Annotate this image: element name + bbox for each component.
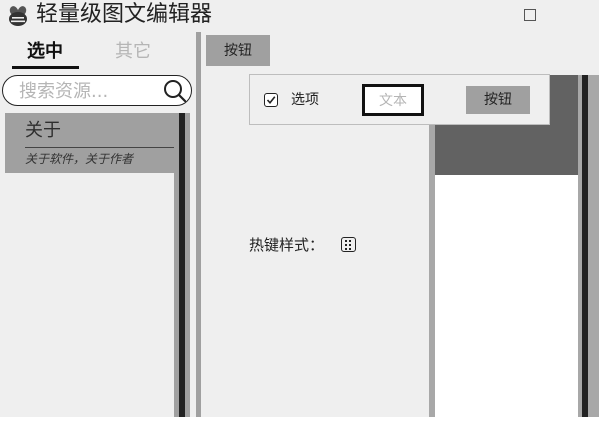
list-item-subtitle: 关于软件，关于作者 [25,152,134,166]
left-scrollbar-thumb[interactable] [179,113,185,417]
resource-panel: 选中 其它 关于 关于软件，关于作者 [0,32,196,417]
toolbar-button[interactable]: 按钮 [466,86,530,114]
tab-active-indicator [12,66,79,69]
window-title: 轻量级图文编辑器 [36,2,213,27]
option-label: 选项 [291,92,319,108]
text-input[interactable] [365,87,421,113]
hotkey-icon[interactable] [341,237,356,252]
top-button[interactable]: 按钮 [206,35,270,66]
app-window: 轻量级图文编辑器 选中 其它 关于 关于软件，关于作者 按钮 [0,0,599,417]
search-input[interactable] [19,79,159,103]
text-field [362,84,424,116]
panel-splitter[interactable] [196,32,201,417]
bee-icon [9,6,27,26]
tab-other[interactable]: 其它 [115,40,151,64]
tab-selected[interactable]: 选中 [27,40,63,64]
preview-canvas[interactable] [435,175,578,417]
hotkey-label: 热键样式： [249,236,325,254]
list-item-divider [25,147,180,148]
title-bar: 轻量级图文编辑器 [0,0,599,32]
maximize-icon[interactable] [524,9,536,21]
option-checkbox[interactable] [264,93,278,107]
preview-scrollbar[interactable] [582,75,588,417]
checkmark-icon [266,96,276,105]
list-item-about[interactable]: 关于 关于软件，关于作者 [5,113,190,173]
search-box [2,75,192,106]
floating-toolbar: 选项 按钮 [249,74,550,125]
search-icon[interactable] [163,79,187,103]
list-item-title: 关于 [25,120,61,141]
